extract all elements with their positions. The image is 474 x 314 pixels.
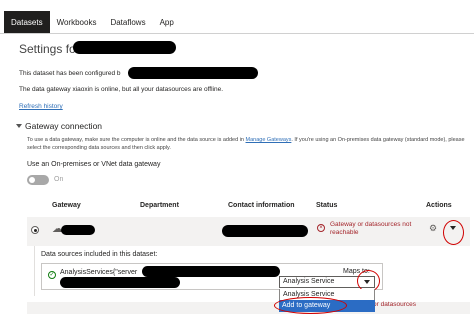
header-status: Status [316,202,338,209]
check-circle-icon: ✓ [48,271,56,279]
tabs-divider [0,33,474,34]
maps-to-selected-value: Analysis Service [283,278,335,285]
collapse-triangle-icon [16,124,22,128]
gateway-radio[interactable] [31,226,39,234]
header-department: Department [140,202,179,209]
header-actions: Actions [426,202,452,209]
datasource-name: AnalysisServices{"server [60,269,138,276]
gateway-connection-title: Gateway connection [25,121,103,131]
header-contact: Contact information [228,202,295,209]
error-x-icon: × [317,224,325,232]
toggle-knob [29,177,35,183]
gateway-connection-header[interactable]: Gateway connection [16,121,102,132]
refresh-history-link[interactable]: Refresh history [19,103,63,111]
gear-icon[interactable]: ⚙ [429,224,437,233]
tab-datasets[interactable]: Datasets [4,11,50,33]
datasources-heading: Data sources included in this dataset: [41,251,158,258]
gateway-status-text: The data gateway xiaoxin is online, but … [19,86,224,93]
gateway-toggle[interactable] [27,175,49,185]
gateway-description-text: To use a data gateway, make sure the com… [27,137,246,143]
configured-by-text: This dataset has been configured b [19,70,121,77]
tab-app[interactable]: App [153,11,181,33]
manage-gateways-link[interactable]: Manage Gateways [246,137,292,143]
tab-workbooks[interactable]: Workbooks [50,11,104,33]
gateway-status: Gateway or datasources not reachable [330,221,412,236]
toggle-state-text: On [54,176,64,183]
redacted-gateway-name [61,225,95,235]
redacted-contact [222,225,308,237]
annotation-circle-add [274,297,347,314]
redacted-server [142,266,280,277]
tab-dataflows[interactable]: Dataflows [103,11,152,33]
redacted-owner [128,67,258,79]
page-title: Settings for [19,42,80,56]
redacted-server-line2 [60,277,180,288]
annotation-circle-expand [443,220,464,245]
gateway-toggle-label: Use an On-premises or VNet data gateway [27,161,161,168]
header-gateway: Gateway [52,202,81,209]
gateway-row-2-status: or datasources [373,301,416,308]
gateway-description: To use a data gateway, make sure the com… [27,136,467,152]
tab-bar: Datasets Workbooks Dataflows App [4,11,181,33]
redacted-dataset-name [73,41,176,54]
